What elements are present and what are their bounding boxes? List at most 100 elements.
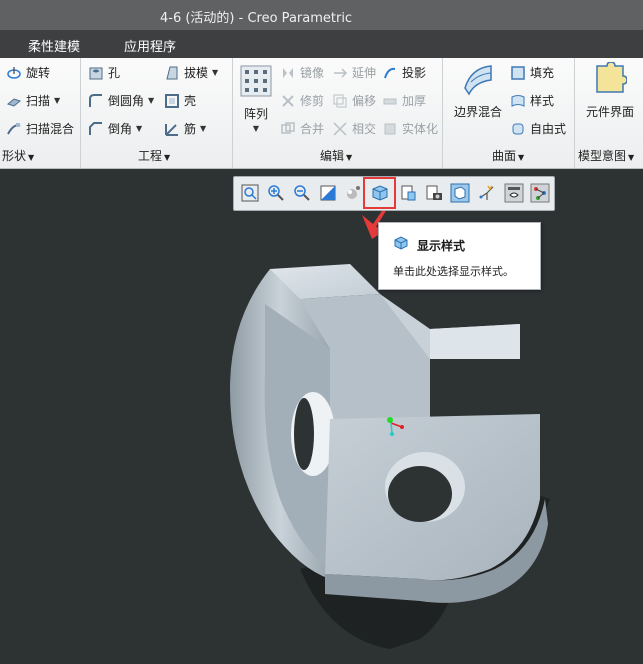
chevron-down-icon[interactable]: ▼: [54, 96, 60, 105]
intersect-icon: [333, 121, 347, 136]
extend-label: 延伸: [352, 66, 377, 80]
perspective-view-icon[interactable]: [450, 183, 470, 203]
solidify-button[interactable]: 实体化: [382, 120, 438, 137]
round-icon: [89, 93, 102, 107]
style-icon: [511, 94, 525, 107]
saved-orientations-icon[interactable]: [398, 183, 418, 203]
solidify-icon: [384, 123, 396, 134]
mirror-button[interactable]: 镜像: [280, 64, 324, 81]
edit-group-label[interactable]: 编辑 ▼: [320, 147, 352, 164]
boundary-blend-icon: [464, 65, 492, 96]
revolve-icon: [7, 66, 21, 79]
revolve-label: 旋转: [26, 66, 51, 80]
offset-button[interactable]: 偏移: [332, 92, 376, 109]
chevron-down-icon[interactable]: ▼: [200, 124, 206, 133]
swept-blend-button[interactable]: 扫描混合: [6, 120, 74, 137]
repaint-icon[interactable]: [318, 183, 338, 203]
draft-button[interactable]: 拔模 ▼: [164, 64, 218, 81]
extend-button[interactable]: 延伸: [332, 64, 376, 81]
merge-icon: [281, 121, 295, 134]
merge-label: 合并: [300, 122, 325, 136]
chamfer-button[interactable]: 倒角 ▼: [88, 120, 142, 137]
engineering-group: 孔 倒圆角 ▼ 倒角 ▼ 拔模 ▼ 壳 筋 ▼ 工程 ▼: [80, 58, 233, 168]
annotation-display-icon[interactable]: [504, 183, 524, 203]
pattern-icon: [240, 65, 272, 97]
spin-center-icon[interactable]: [342, 183, 362, 203]
sweep-button[interactable]: 扫描 ▼: [6, 92, 60, 109]
swept-blend-icon: [7, 122, 21, 134]
mirror-label: 镜像: [300, 66, 325, 80]
chevron-down-icon[interactable]: ▼: [212, 68, 218, 77]
chevron-down-icon[interactable]: ▼: [238, 124, 274, 133]
swept-blend-label: 扫描混合: [26, 122, 75, 136]
hole-label: 孔: [108, 66, 121, 80]
engineering-group-label[interactable]: 工程 ▼: [138, 147, 170, 164]
hole-button[interactable]: 孔: [88, 64, 120, 81]
shell-button[interactable]: 壳: [164, 92, 196, 109]
edit-group: 阵列 ▼ 镜像 修剪 合并 延伸 偏移 相交 投影 加厚 实体化 编辑 ▼: [232, 58, 443, 168]
style-button[interactable]: 样式: [510, 92, 554, 109]
pattern-button[interactable]: 阵列 ▼: [238, 64, 274, 133]
refit-icon[interactable]: [240, 183, 260, 203]
rib-button[interactable]: 筋 ▼: [164, 120, 206, 137]
thicken-button[interactable]: 加厚: [382, 92, 426, 109]
tooltip: 显示样式 单击此处选择显示样式。: [378, 222, 541, 290]
draft-icon: [166, 66, 178, 79]
datum-display-filters-icon[interactable]: [478, 183, 498, 203]
zoom-in-icon[interactable]: [266, 183, 286, 203]
freestyle-icon: [512, 123, 524, 134]
fill-icon: [511, 65, 525, 80]
offset-label: 偏移: [352, 94, 377, 108]
title-bar: 4-6 (活动的) - Creo Parametric: [0, 0, 643, 30]
draft-label: 拔模: [184, 66, 209, 80]
zoom-out-icon[interactable]: [292, 183, 312, 203]
shape-group: 旋转 扫描 ▼ 扫描混合 形状 ▼: [0, 58, 81, 168]
pattern-label: 阵列: [243, 107, 268, 121]
boundary-blend-label: 边界混合: [453, 105, 502, 119]
round-label: 倒圆角: [108, 94, 145, 108]
chevron-down-icon[interactable]: ▼: [136, 124, 142, 133]
menu-bar: 柔性建模 应用程序: [0, 30, 643, 58]
chevron-down-icon[interactable]: ▼: [148, 96, 154, 105]
chamfer-icon: [89, 121, 102, 135]
window-title: 4-6 (活动的) - Creo Parametric: [160, 11, 353, 26]
boundary-blend-button[interactable]: 边界混合: [452, 62, 504, 120]
puzzle-icon: [596, 61, 628, 93]
revolve-button[interactable]: 旋转: [6, 64, 50, 81]
project-button[interactable]: 投影: [382, 64, 426, 81]
fill-button[interactable]: 填充: [510, 64, 554, 81]
ribbon: 旋转 扫描 ▼ 扫描混合 形状 ▼ 孔 倒圆角 ▼ 倒角 ▼ 拔模 ▼ 壳 筋 …: [0, 58, 643, 169]
shape-group-label[interactable]: 形状 ▼: [2, 147, 34, 164]
display-style-highlight: [363, 177, 396, 209]
rib-label: 筋: [184, 122, 197, 136]
view-manager-icon[interactable]: [424, 183, 444, 203]
component-interface-button[interactable]: 元件界面: [582, 61, 638, 120]
tooltip-title: 显示样式: [417, 239, 466, 253]
freestyle-label: 自由式: [530, 122, 567, 136]
offset-icon: [333, 94, 347, 107]
project-icon: [384, 67, 396, 78]
fill-label: 填充: [530, 66, 555, 80]
round-button[interactable]: 倒圆角 ▼: [88, 92, 154, 109]
thicken-icon: [383, 98, 397, 104]
sweep-icon: [6, 97, 22, 107]
freestyle-button[interactable]: 自由式: [510, 120, 566, 137]
graphics-window[interactable]: [0, 169, 643, 661]
3d-model[interactable]: [0, 169, 643, 661]
trim-label: 修剪: [300, 94, 325, 108]
tab-flexible-modeling[interactable]: 柔性建模: [28, 36, 80, 55]
mirror-icon: [283, 67, 293, 78]
spin-center-toggle-icon[interactable]: [530, 183, 550, 203]
surface-group-label[interactable]: 曲面 ▼: [492, 147, 524, 164]
trim-button[interactable]: 修剪: [280, 92, 324, 109]
style-label: 样式: [530, 94, 555, 108]
tab-applications[interactable]: 应用程序: [124, 36, 176, 55]
hole-icon: [89, 67, 103, 79]
display-style-icon: [394, 236, 408, 250]
shell-icon: [165, 93, 179, 108]
intersect-button[interactable]: 相交: [332, 120, 376, 137]
merge-button[interactable]: 合并: [280, 120, 324, 137]
thicken-label: 加厚: [402, 94, 427, 108]
model-intent-group-label[interactable]: 模型意图 ▼: [578, 147, 634, 164]
component-interface-label: 元件界面: [585, 105, 634, 119]
